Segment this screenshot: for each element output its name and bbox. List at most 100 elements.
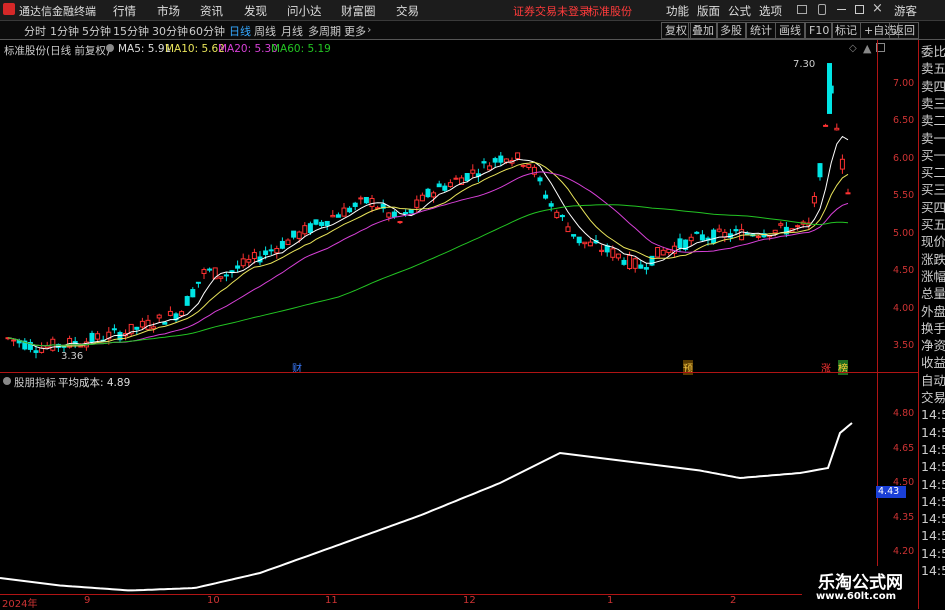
candle: [610, 248, 616, 258]
tab-15min[interactable]: 15分钟: [113, 23, 149, 39]
adjust-button[interactable]: 复权: [661, 22, 691, 39]
tab-30min[interactable]: 30分钟: [152, 23, 188, 39]
candle: [291, 230, 297, 238]
trade-time-row: 14:56: [921, 511, 945, 527]
indicator-axis-label: 4.80: [893, 408, 915, 419]
chevron-right-icon[interactable]: ›: [367, 23, 371, 36]
price-label: 7.00: [893, 78, 915, 89]
menu-ask[interactable]: 问小达: [287, 3, 322, 19]
candle: [470, 169, 476, 174]
candle: [755, 235, 761, 238]
candle: [134, 326, 140, 330]
mobile-icon[interactable]: [818, 4, 826, 15]
login-notice[interactable]: 证券交易未登录: [513, 3, 590, 19]
back-button[interactable]: 返回: [889, 22, 919, 39]
quote-field-label: 买三: [921, 182, 945, 198]
candle: [167, 310, 173, 316]
layout-icon[interactable]: [797, 5, 807, 14]
menu-options[interactable]: 选项: [759, 3, 782, 19]
mark-button[interactable]: 标记: [831, 22, 861, 39]
tab-multi-period[interactable]: 多周期: [308, 23, 341, 39]
candle: [554, 211, 560, 219]
candle: [263, 250, 269, 255]
tab-weekly[interactable]: 周线: [254, 23, 276, 39]
title-bar: 通达信金融终端 行情 市场 资讯 发现 问小达 财富圈 交易 证券交易未登录 标…: [0, 0, 945, 21]
trade-time-row: 14:56: [921, 528, 945, 544]
candle: [352, 202, 358, 207]
minimize-icon[interactable]: [837, 9, 846, 10]
user-label[interactable]: 游客: [894, 3, 917, 19]
ma60-line: [7, 204, 849, 347]
maximize-icon[interactable]: [855, 5, 864, 14]
candle: [162, 321, 168, 325]
candle: [643, 267, 649, 270]
tab-more[interactable]: 更多: [344, 23, 366, 39]
candle: [419, 194, 425, 202]
candle: [201, 269, 207, 274]
candle: [733, 229, 739, 232]
candle: [688, 236, 694, 242]
candle: [565, 226, 571, 233]
trade-time-row: 14:56: [921, 424, 945, 440]
quote-field-label: 换手: [921, 320, 945, 336]
menu-trade[interactable]: 交易: [396, 3, 419, 19]
candle: [447, 182, 453, 187]
time-tick: 10: [207, 595, 220, 606]
tab-daily[interactable]: 日线: [229, 23, 251, 39]
tab-intraday[interactable]: 分时: [24, 23, 46, 39]
tab-1min[interactable]: 1分钟: [50, 23, 79, 39]
quote-field-label: 卖五: [921, 61, 945, 77]
candle: [543, 194, 549, 199]
overlay-button[interactable]: 叠加: [688, 22, 718, 39]
menu-function[interactable]: 功能: [666, 3, 689, 19]
candle: [655, 247, 661, 258]
candle: [369, 198, 375, 207]
candle: [699, 234, 705, 241]
candle: [313, 219, 319, 225]
price-label: 5.50: [893, 190, 915, 201]
f10-button[interactable]: F10: [805, 22, 834, 39]
menu-quotes[interactable]: 行情: [113, 3, 136, 19]
candle: [694, 231, 700, 234]
indicator-axis-label: 4.35: [893, 512, 915, 523]
draw-line-button[interactable]: 画线: [775, 22, 805, 39]
menu-news[interactable]: 资讯: [200, 3, 223, 19]
time-tick: 9: [84, 595, 91, 606]
menu-market[interactable]: 市场: [157, 3, 180, 19]
high-price-marker: 7.30: [793, 59, 816, 70]
trade-time-row: 14:56: [921, 493, 945, 509]
average-cost-line: [0, 422, 853, 592]
close-icon[interactable]: ×: [872, 1, 883, 16]
candle: [621, 259, 627, 265]
quote-field-label: 委比: [921, 44, 945, 59]
candle: [548, 203, 554, 207]
candle: [330, 214, 336, 218]
tab-60min[interactable]: 60分钟: [189, 23, 225, 39]
candle: [660, 249, 666, 256]
candle: [386, 212, 392, 218]
candle: [285, 239, 291, 245]
quote-field-label: 卖三: [921, 95, 945, 111]
menu-formula[interactable]: 公式: [728, 3, 751, 19]
candle: [251, 252, 257, 260]
candle: [184, 296, 190, 306]
menu-discover[interactable]: 发现: [244, 3, 267, 19]
candle: [559, 214, 565, 218]
quote-field-label: 收益: [921, 355, 945, 371]
menu-layout[interactable]: 版面: [697, 3, 720, 19]
tab-5min[interactable]: 5分钟: [82, 23, 111, 39]
candle: [587, 241, 593, 247]
candle: [11, 339, 17, 342]
candle: [436, 183, 442, 188]
price-label: 6.00: [893, 153, 915, 164]
candle: [274, 248, 280, 254]
candle: [795, 225, 801, 228]
menu-wealth[interactable]: 财富圈: [341, 3, 376, 19]
quote-field-label: 卖二: [921, 113, 945, 129]
tab-monthly[interactable]: 月线: [281, 23, 303, 39]
multi-stock-button[interactable]: 多股: [716, 22, 746, 39]
price-label: 3.50: [893, 340, 915, 351]
statistics-button[interactable]: 统计: [746, 22, 776, 39]
candle: [240, 258, 246, 267]
candle: [363, 196, 369, 204]
